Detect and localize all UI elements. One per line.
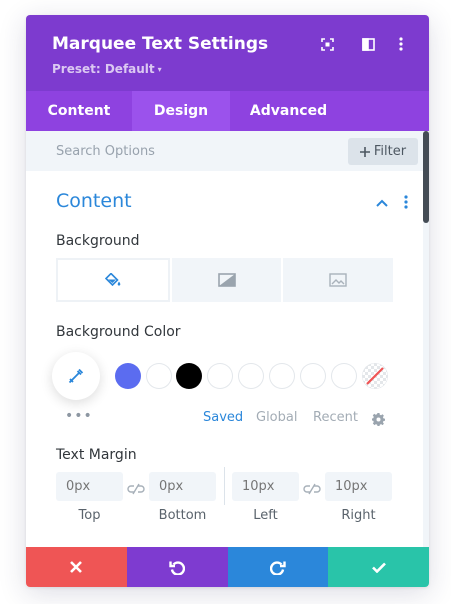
background-color-label: Background Color [56, 324, 181, 340]
preset-label: Preset: Default [52, 62, 155, 76]
margin-right-label: Right [341, 508, 376, 523]
undo-icon [169, 560, 186, 575]
background-color-tab[interactable] [56, 258, 170, 302]
color-swatch[interactable] [115, 363, 141, 389]
close-icon [70, 561, 83, 573]
more-swatches-button[interactable]: ••• [65, 408, 93, 424]
settings-modal: Marquee Text Settings Preset: Default ▾ C… [26, 15, 429, 587]
more-vertical-icon[interactable] [392, 35, 410, 53]
tab-advanced[interactable]: Advanced [230, 91, 347, 131]
sidebar-layout-icon[interactable] [359, 35, 377, 53]
color-swatch[interactable] [300, 363, 326, 389]
background-image-tab[interactable] [283, 258, 394, 302]
background-type-tabs [56, 258, 394, 302]
link-icon[interactable] [303, 480, 321, 495]
clear-color-swatch[interactable] [362, 363, 388, 389]
color-swatch[interactable] [146, 363, 172, 389]
scrollbar-thumb[interactable] [423, 131, 429, 223]
search-input[interactable] [26, 131, 336, 171]
margin-top-input[interactable] [56, 472, 123, 501]
margin-right-input[interactable] [325, 472, 392, 501]
gradient-icon [217, 273, 236, 287]
undo-button[interactable] [126, 547, 228, 587]
paint-bucket-icon [104, 273, 121, 287]
tab-design[interactable]: Design [132, 91, 230, 131]
background-gradient-tab[interactable] [171, 258, 282, 302]
margin-top-label: Top [78, 508, 101, 523]
cancel-button[interactable] [26, 547, 127, 587]
caret-down-icon: ▾ [157, 65, 162, 74]
palette-tab-saved[interactable]: Saved [203, 410, 243, 425]
color-swatch[interactable] [176, 363, 202, 389]
color-swatch[interactable] [207, 363, 233, 389]
link-icon[interactable] [127, 480, 145, 495]
color-picker-button[interactable] [52, 352, 100, 400]
margin-divider [224, 467, 225, 505]
preset-selector[interactable]: Preset: Default ▾ [52, 62, 162, 76]
scrollbar[interactable] [423, 131, 429, 547]
background-label: Background [56, 233, 140, 249]
tab-content[interactable]: Content [26, 91, 132, 131]
chevron-up-icon[interactable] [375, 195, 389, 209]
no-color-icon [362, 363, 388, 389]
color-swatch[interactable] [269, 363, 295, 389]
search-bar: Filter [26, 131, 423, 171]
margin-bottom-input[interactable] [149, 472, 216, 501]
section-title[interactable]: Content [56, 190, 132, 212]
checkmark-icon [371, 562, 386, 573]
gear-icon[interactable] [372, 411, 385, 427]
tab-bar: Content Design Advanced [26, 91, 429, 131]
margin-left-label: Left [253, 508, 278, 523]
palette-tab-recent[interactable]: Recent [313, 410, 358, 425]
save-button[interactable] [328, 547, 429, 587]
redo-button[interactable] [227, 547, 329, 587]
filter-label: Filter [373, 144, 407, 159]
section-menu-icon[interactable] [400, 194, 412, 210]
filter-button[interactable]: Filter [348, 138, 418, 165]
margin-bottom-label: Bottom [158, 508, 207, 523]
modal-header: Marquee Text Settings Preset: Default ▾ [26, 15, 429, 91]
color-swatch[interactable] [331, 363, 357, 389]
margin-left-input[interactable] [232, 472, 299, 501]
plus-icon [359, 146, 370, 157]
modal-title: Marquee Text Settings [52, 34, 269, 54]
image-icon [329, 273, 347, 287]
modal-footer [26, 547, 429, 587]
palette-tab-global[interactable]: Global [256, 410, 297, 425]
expand-icon[interactable] [318, 35, 336, 53]
eyedropper-icon [68, 368, 84, 384]
color-swatch[interactable] [238, 363, 264, 389]
redo-icon [269, 560, 286, 575]
text-margin-label: Text Margin [56, 447, 137, 463]
